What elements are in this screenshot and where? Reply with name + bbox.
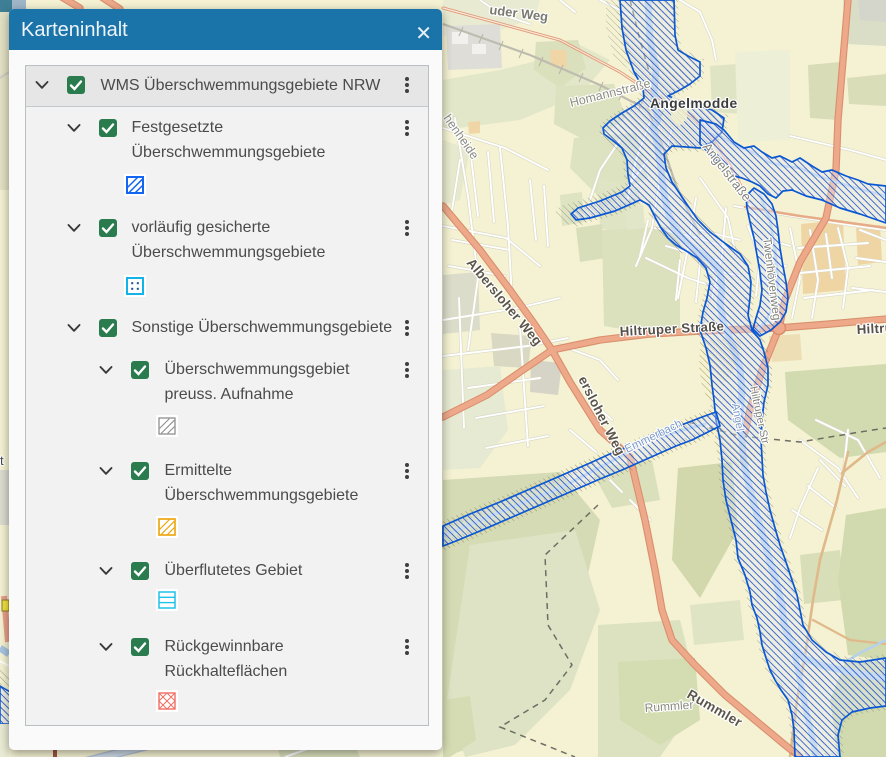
svg-text:Angelmodde: Angelmodde (650, 96, 738, 111)
svg-text:Hiltru: Hiltru (856, 320, 886, 337)
svg-text:t: t (0, 453, 4, 468)
